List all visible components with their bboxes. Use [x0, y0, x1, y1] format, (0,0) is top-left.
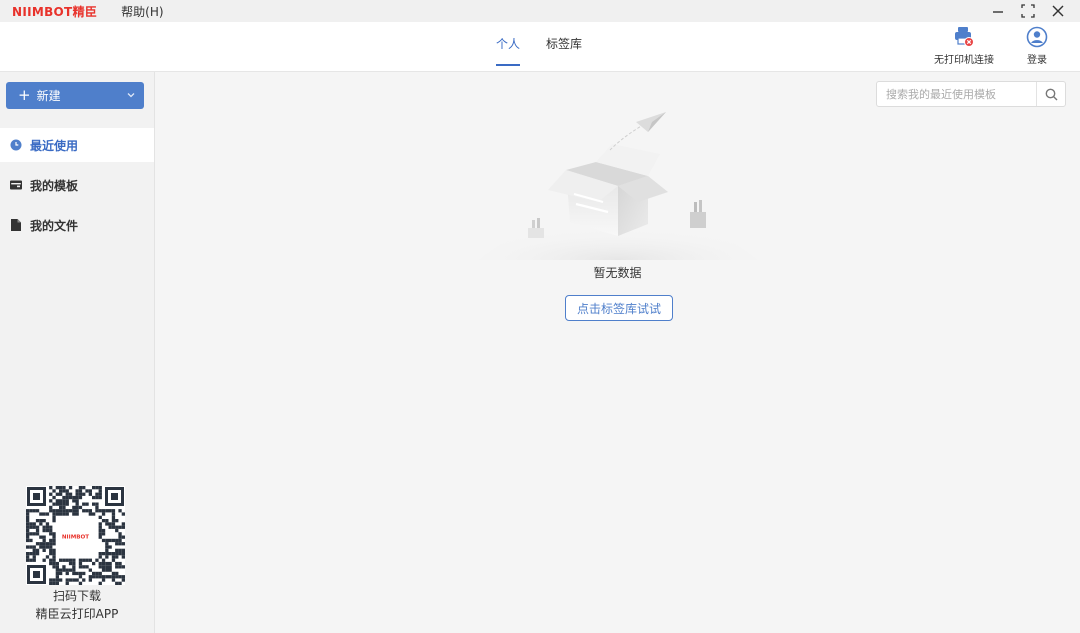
- go-to-label-library-button[interactable]: 点击标签库试试: [565, 295, 673, 321]
- sidebar-item-label: 我的文件: [30, 218, 79, 233]
- download-qr-code: NIIMBOT: [26, 486, 125, 585]
- qr-logo-text: NIIMBOT: [62, 535, 89, 541]
- empty-box-illustration: [478, 112, 758, 260]
- empty-state-text: 暂无数据: [593, 266, 642, 280]
- minimize-icon: [993, 11, 1003, 13]
- clock-icon: [10, 139, 22, 151]
- qr-caption-app: 精臣云打印APP: [35, 607, 119, 621]
- tab-personal[interactable]: 个人: [496, 22, 521, 72]
- main-content: 暂无数据 点击标签库试试: [155, 72, 1080, 633]
- new-button-label: 新建: [36, 89, 61, 103]
- close-button[interactable]: [1050, 3, 1066, 19]
- maximize-icon: [1021, 4, 1035, 18]
- logo-cjk: 精臣: [72, 4, 98, 19]
- printer-connection-button[interactable]: 无打印机连接: [934, 26, 994, 66]
- sidebar-item-recent[interactable]: 最近使用: [0, 128, 154, 162]
- file-icon: [10, 219, 22, 231]
- search-box: [876, 81, 1066, 107]
- sidebar-item-my-files[interactable]: 我的文件: [0, 208, 154, 242]
- sidebar: + 新建 最近使用 我的模板 我的文件 NIIMBOT 扫码下载 精臣云打印AP…: [0, 72, 155, 633]
- sidebar-item-label: 最近使用: [30, 138, 79, 153]
- search-input[interactable]: [877, 82, 1037, 106]
- sidebar-item-label: 我的模板: [30, 178, 79, 193]
- main-tabs: 个人 标签库: [496, 22, 582, 72]
- printer-status-label: 无打印机连接: [934, 55, 994, 66]
- title-bar: NIIMBOT精臣 帮助(H): [0, 0, 1080, 22]
- maximize-button[interactable]: [1020, 3, 1036, 19]
- template-icon: [10, 179, 22, 191]
- app-logo: NIIMBOT精臣: [12, 3, 97, 20]
- sidebar-item-my-templates[interactable]: 我的模板: [0, 168, 154, 202]
- window-controls: [990, 0, 1066, 22]
- user-avatar-icon: [1026, 26, 1048, 48]
- tab-label-library[interactable]: 标签库: [546, 22, 582, 72]
- sidebar-nav: 最近使用 我的模板 我的文件: [0, 128, 154, 248]
- logo-latin: NIIMBOT: [12, 4, 73, 19]
- search-icon: [1045, 88, 1058, 100]
- chevron-down-icon: [127, 93, 135, 98]
- close-icon: [1052, 5, 1064, 17]
- qr-caption-scan: 扫码下载: [52, 589, 101, 603]
- minimize-button[interactable]: [990, 3, 1006, 19]
- header-bar: 个人 标签库 无打印机连接 登录: [0, 22, 1080, 72]
- printer-disconnected-icon: [955, 27, 974, 47]
- qr-code-image: NIIMBOT: [26, 486, 125, 585]
- search-button[interactable]: [1037, 82, 1065, 106]
- login-button[interactable]: 登录: [1026, 26, 1048, 66]
- login-label: 登录: [1027, 55, 1047, 66]
- help-menu[interactable]: 帮助(H): [121, 3, 163, 20]
- plus-icon: +: [18, 86, 31, 104]
- new-button[interactable]: + 新建: [6, 82, 144, 109]
